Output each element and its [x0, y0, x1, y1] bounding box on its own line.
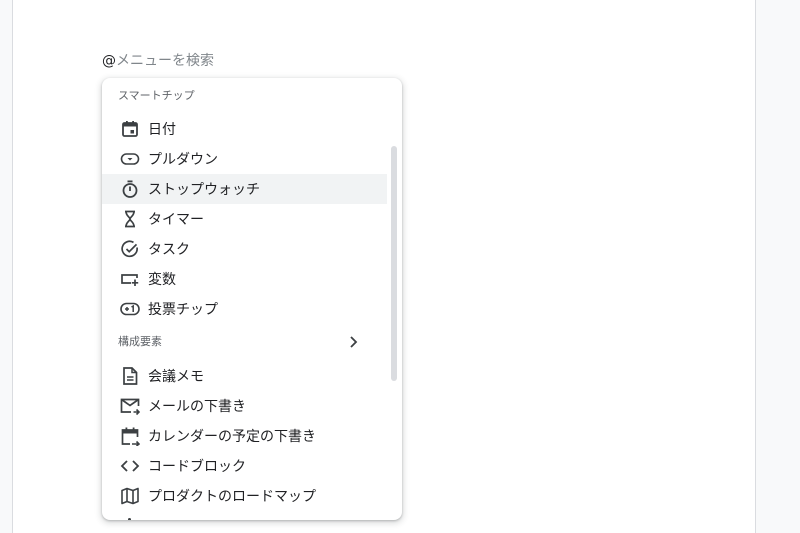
menu-item-dropdown[interactable]: プルダウン	[102, 144, 387, 174]
menu-item-task[interactable]: タスク	[102, 234, 387, 264]
menu-item-label: プロダクトのロードマップ	[148, 489, 316, 505]
building-blocks-header-row[interactable]: 構成要素	[102, 327, 387, 357]
dropdown-chip-icon	[119, 148, 141, 170]
menu-item-label: 日付	[148, 122, 176, 138]
menu-item-stopwatch[interactable]: ストップウォッチ	[102, 174, 387, 204]
email-draft-icon	[119, 395, 141, 417]
calendar-event-draft-icon	[119, 425, 141, 447]
menu-item-label: タイマー	[148, 212, 204, 228]
smart-chips-header: スマートチップ	[118, 89, 195, 102]
menu-item-label: メールの下書き	[148, 399, 246, 415]
menu-search-placeholder: メニューを検索	[116, 53, 214, 69]
map-icon	[119, 485, 141, 507]
menu-item-label: プルダウン	[148, 152, 218, 168]
menu-item-label: ストップウォッチ	[148, 182, 260, 198]
next-item-partial	[128, 518, 131, 520]
menu-item-product-roadmap[interactable]: プロダクトのロードマップ	[102, 481, 387, 511]
vote-chip-icon	[119, 298, 141, 320]
variable-icon	[119, 268, 141, 290]
menu-item-date[interactable]: 日付	[102, 114, 387, 144]
menu-item-label: カレンダーの予定の下書き	[148, 429, 316, 445]
hourglass-icon	[119, 208, 141, 230]
stopwatch-icon	[119, 178, 141, 200]
menu-item-label: タスク	[148, 242, 190, 258]
document-icon	[119, 365, 141, 387]
menu-item-vote-chip[interactable]: 投票チップ	[102, 294, 387, 324]
chevron-right-icon	[350, 336, 358, 348]
calendar-icon	[119, 118, 141, 140]
menu-item-variable[interactable]: 変数	[102, 264, 387, 294]
menu-item-calendar-event-draft[interactable]: カレンダーの予定の下書き	[102, 421, 387, 451]
at-symbol: @	[102, 53, 116, 69]
insert-menu: スマートチップ 日付 プルダウン ストップウォッチ タイマー タスク 変数 投票…	[102, 78, 402, 520]
menu-scrollbar[interactable]	[391, 146, 397, 381]
task-check-icon	[119, 238, 141, 260]
menu-item-timer[interactable]: タイマー	[102, 204, 387, 234]
building-blocks-header: 構成要素	[118, 335, 162, 348]
menu-item-label: 変数	[148, 272, 176, 288]
menu-item-label: コードブロック	[148, 459, 246, 475]
at-mention-search[interactable]: @メニューを検索	[102, 51, 214, 71]
menu-item-email-draft[interactable]: メールの下書き	[102, 391, 387, 421]
menu-item-label: 投票チップ	[148, 302, 218, 318]
code-icon	[119, 455, 141, 477]
menu-item-code-block[interactable]: コードブロック	[102, 451, 387, 481]
menu-item-label: 会議メモ	[148, 369, 204, 385]
menu-item-meeting-notes[interactable]: 会議メモ	[102, 361, 387, 391]
